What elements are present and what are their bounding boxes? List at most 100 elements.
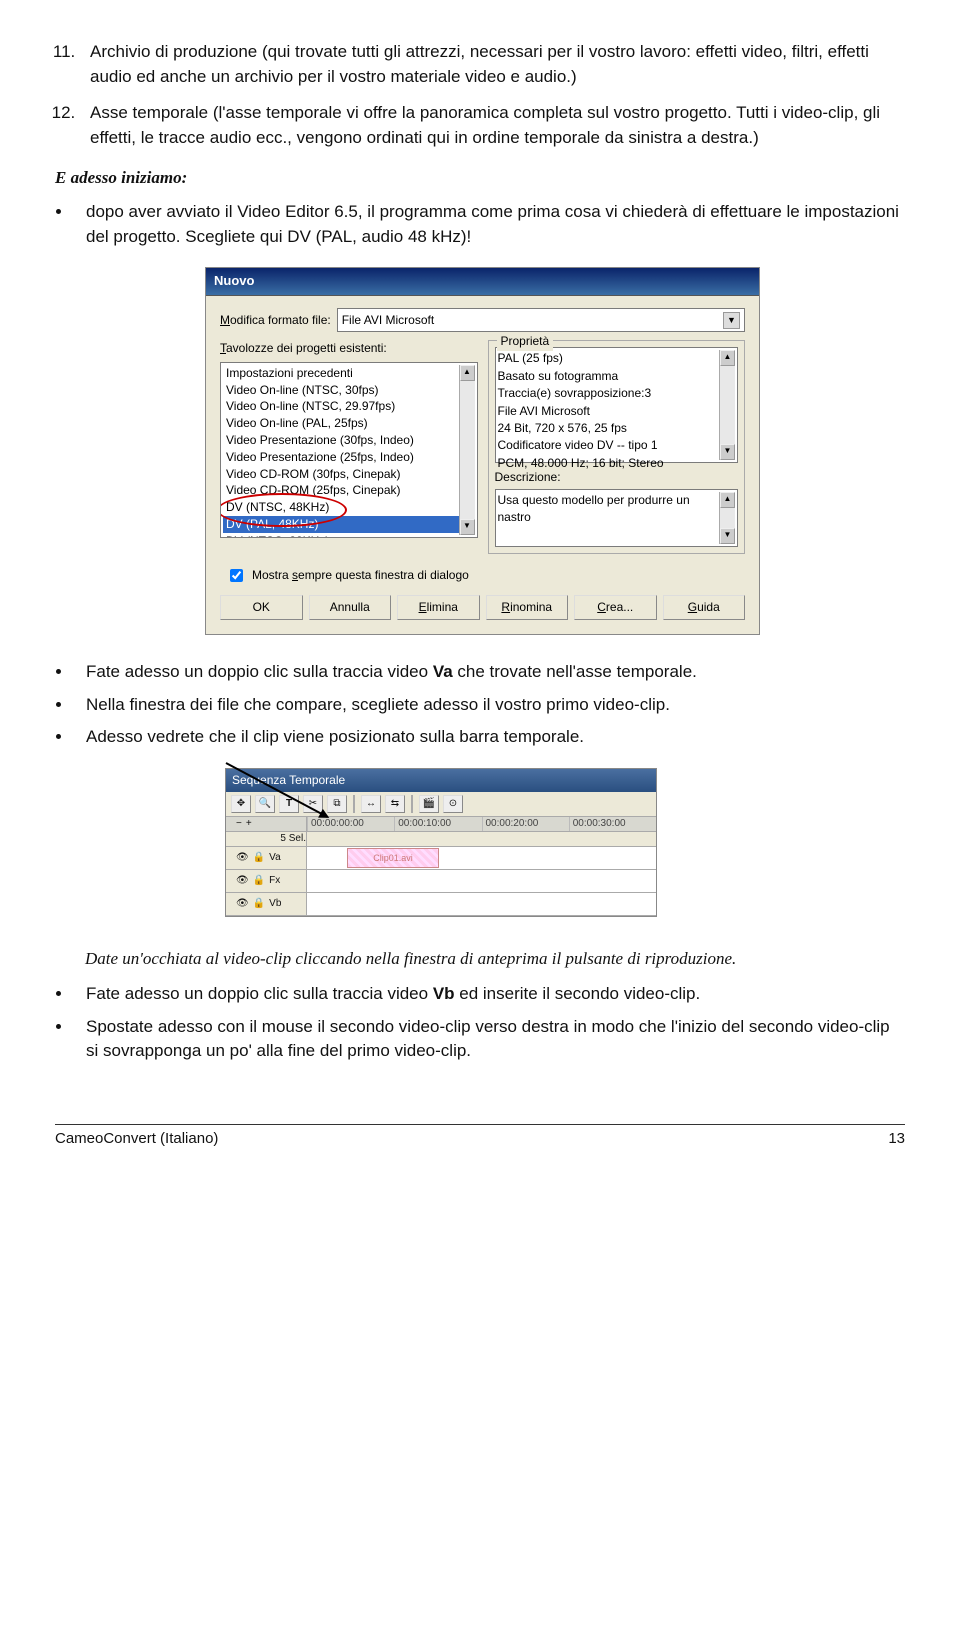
properties-box: PAL (25 fps) Basato su fotogramma Tracci… xyxy=(495,347,739,463)
lock-icon[interactable]: 🔒 xyxy=(253,851,265,866)
scroll-up-icon[interactable]: ▲ xyxy=(460,365,475,381)
template-item[interactable]: Video On-line (NTSC, 29.97fps) xyxy=(223,398,459,415)
help-button[interactable]: Guida xyxy=(663,595,746,620)
checkbox-label: Mostra sempre questa finestra di dialogo xyxy=(252,567,469,584)
template-item[interactable]: Video CD-ROM (30fps, Cinepak) xyxy=(223,466,459,483)
eye-icon[interactable]: 👁 xyxy=(236,851,249,866)
lock-icon[interactable]: 🔒 xyxy=(253,897,265,912)
ruler-button[interactable]: + xyxy=(246,817,252,832)
numbered-list: Archivio di produzione (qui trovate tutt… xyxy=(55,40,905,151)
scrollbar[interactable]: ▲ ▼ xyxy=(719,492,735,544)
prop-row: Basato su fotogramma xyxy=(498,368,720,385)
track-vb[interactable]: 👁🔒 Vb xyxy=(226,893,656,916)
bullet-2-1: Nella finestra dei file che compare, sce… xyxy=(73,693,905,718)
track-label: Fx xyxy=(269,874,280,889)
scrollbar[interactable]: ▲ ▼ xyxy=(719,350,735,460)
tool-button[interactable]: ⊙ xyxy=(443,795,463,813)
ok-button[interactable]: OK xyxy=(220,595,303,620)
tool-button[interactable]: ↔ xyxy=(361,795,381,813)
prop-row: Codificatore video DV -- tipo 1 xyxy=(498,437,720,454)
bullets-3: Fate adesso un doppio clic sulla traccia… xyxy=(55,982,905,1064)
template-item[interactable]: Video Presentazione (25fps, Indeo) xyxy=(223,449,459,466)
sel-label: 5 Sel. xyxy=(280,832,306,847)
template-item[interactable]: Impostazioni precedenti xyxy=(223,365,459,382)
section-heading: E adesso iniziamo: xyxy=(55,166,905,191)
templates-listbox[interactable]: Impostazioni precedenti Video On-line (N… xyxy=(220,362,478,538)
dialog-title: Nuovo xyxy=(214,272,254,291)
prop-row: Traccia(e) sovrapposizione:3 xyxy=(498,385,720,402)
bullets-2: Fate adesso un doppio clic sulla traccia… xyxy=(55,660,905,750)
rename-button[interactable]: Rinomina xyxy=(486,595,569,620)
prop-row: PAL (25 fps) xyxy=(498,350,720,367)
track-va[interactable]: 👁🔒 Va Clip01.avi xyxy=(226,847,656,870)
description-box: Usa questo modello per produrre un nastr… xyxy=(495,489,739,547)
scroll-up-icon[interactable]: ▲ xyxy=(720,492,735,508)
template-item[interactable]: Video On-line (PAL, 25fps) xyxy=(223,415,459,432)
description-text: Usa questo modello per produrre un nastr… xyxy=(498,492,720,527)
bullet-2-2: Adesso vedrete che il clip viene posizio… xyxy=(73,725,905,750)
dialog-new: Nuovo Modifica formato file: File AVI Mi… xyxy=(205,267,760,635)
template-item[interactable]: DV (NTSC, 48KHz) xyxy=(223,499,459,516)
timeline-title: Sequenza Temporale xyxy=(226,769,656,792)
eye-icon[interactable]: 👁 xyxy=(236,874,249,889)
properties-group-label: Proprietà xyxy=(497,333,554,350)
dropdown-arrow-icon[interactable]: ▼ xyxy=(723,312,740,329)
scroll-up-icon[interactable]: ▲ xyxy=(720,350,735,366)
bullet-3-0: Fate adesso un doppio clic sulla traccia… xyxy=(73,982,905,1007)
dialog-button-row: OK Annulla Elimina Rinomina Crea... Guid… xyxy=(220,595,745,620)
template-item[interactable]: Video Presentazione (30fps, Indeo) xyxy=(223,432,459,449)
tool-button[interactable]: ⇆ xyxy=(385,795,405,813)
time-tick: 00:00:00:00 xyxy=(307,817,394,831)
tool-button[interactable]: 🎬 xyxy=(419,795,439,813)
clip-block[interactable]: Clip01.avi xyxy=(347,848,439,868)
ruler-button[interactable]: − xyxy=(236,817,242,832)
always-show-checkbox[interactable] xyxy=(230,569,243,582)
templates-label: Tavolozze dei progetti esistenti: xyxy=(220,340,478,357)
bullet-2-0: Fate adesso un doppio clic sulla traccia… xyxy=(73,660,905,685)
tool-button[interactable]: ✥ xyxy=(231,795,251,813)
scroll-down-icon[interactable]: ▼ xyxy=(720,444,735,460)
template-item[interactable]: Video CD-ROM (25fps, Cinepak) xyxy=(223,482,459,499)
create-button[interactable]: Crea... xyxy=(574,595,657,620)
time-tick: 00:00:20:00 xyxy=(482,817,569,831)
delete-button[interactable]: Elimina xyxy=(397,595,480,620)
footer-right: 13 xyxy=(888,1128,905,1150)
prop-row: File AVI Microsoft xyxy=(498,403,720,420)
bullet-1-0-text: dopo aver avviato il Video Editor 6.5, i… xyxy=(86,202,899,246)
bullet-1-0: dopo aver avviato il Video Editor 6.5, i… xyxy=(73,200,905,249)
template-item-selected[interactable]: DV (PAL, 48KHz) xyxy=(223,516,459,533)
prop-row: 24 Bit, 720 x 576, 25 fps xyxy=(498,420,720,437)
tool-button[interactable]: ⧉ xyxy=(327,795,347,813)
numbered-item-11: Archivio di produzione (qui trovate tutt… xyxy=(80,40,905,89)
dialog-title-bar: Nuovo xyxy=(206,268,759,296)
footer-left: CameoConvert (Italiano) xyxy=(55,1128,218,1150)
time-tick: 00:00:30:00 xyxy=(569,817,656,831)
tool-button[interactable]: 🔍 xyxy=(255,795,275,813)
timeline-window: Sequenza Temporale ✥ 🔍 T ✂ ⧉ ↔ ⇆ 🎬 ⊙ −+ … xyxy=(225,768,657,917)
scrollbar[interactable]: ▲ ▼ xyxy=(459,365,475,535)
eye-icon[interactable]: 👁 xyxy=(236,897,249,912)
scroll-down-icon[interactable]: ▼ xyxy=(460,519,475,535)
always-show-checkbox-row: Mostra sempre questa finestra di dialogo xyxy=(226,566,745,585)
format-label: Modifica formato file: xyxy=(220,312,331,329)
page-footer: CameoConvert (Italiano) 13 xyxy=(55,1124,905,1150)
cancel-button[interactable]: Annulla xyxy=(309,595,392,620)
separator xyxy=(411,795,413,813)
scroll-down-icon[interactable]: ▼ xyxy=(720,528,735,544)
lock-icon[interactable]: 🔒 xyxy=(253,874,265,889)
separator xyxy=(353,795,355,813)
format-row: Modifica formato file: File AVI Microsof… xyxy=(220,308,745,332)
track-fx[interactable]: 👁 🔒 Fx xyxy=(226,870,656,893)
timeline-selrow: 5 Sel. xyxy=(226,832,656,847)
timeline-ruler: −+ 00:00:00:00 00:00:10:00 00:00:20:00 0… xyxy=(226,817,656,832)
template-item[interactable]: Video On-line (NTSC, 30fps) xyxy=(223,382,459,399)
numbered-item-12: Asse temporale (l'asse temporale vi offr… xyxy=(80,101,905,150)
bullets-1: dopo aver avviato il Video Editor 6.5, i… xyxy=(55,200,905,249)
properties-group: Proprietà PAL (25 fps) Basato su fotogra… xyxy=(488,340,746,553)
bullet-3-1: Spostate adesso con il mouse il secondo … xyxy=(73,1015,905,1064)
num-text-12: Asse temporale (l'asse temporale vi offr… xyxy=(90,103,880,147)
italic-note: Date un'occhiata al video-clip cliccando… xyxy=(55,947,905,972)
template-item[interactable]: DV (NTSC, 32KHz) xyxy=(223,533,459,538)
format-dropdown[interactable]: File AVI Microsoft ▼ xyxy=(337,308,745,332)
num-text-11: Archivio di produzione (qui trovate tutt… xyxy=(90,42,869,86)
